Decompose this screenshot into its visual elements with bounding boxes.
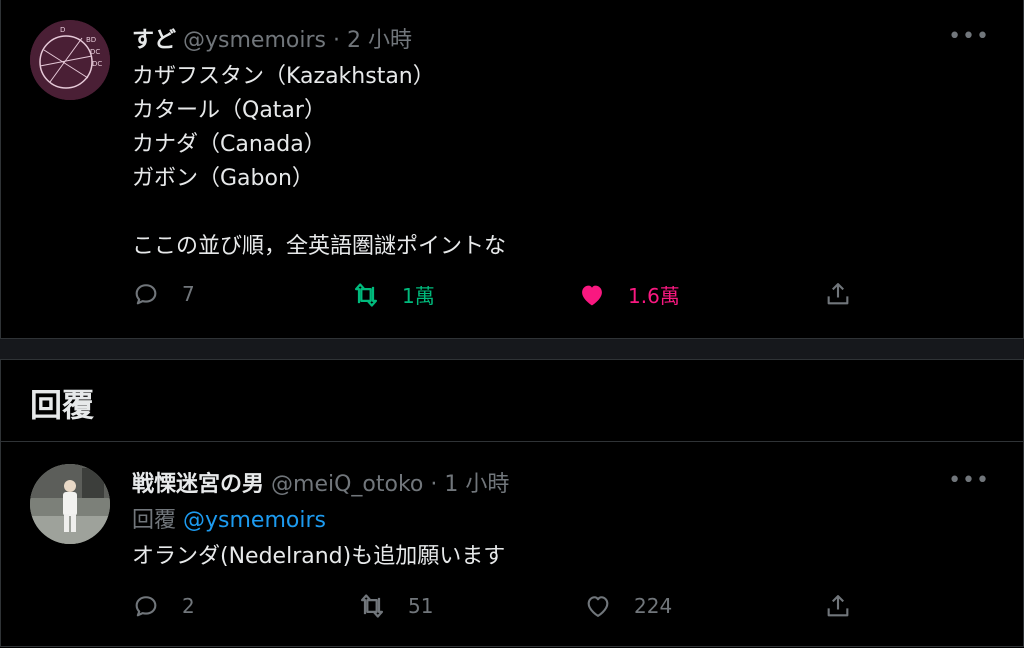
reply-button[interactable]: 2 xyxy=(132,592,195,620)
tweet-line: カナダ（Canada） xyxy=(132,132,326,157)
author-handle[interactable]: @meiQ_otoko xyxy=(271,472,423,497)
svg-text:D: D xyxy=(60,26,65,34)
avatar-drawing-icon: BD DC DC D xyxy=(30,20,110,100)
tweet-line: カザフスタン（Kazakhstan） xyxy=(132,64,435,89)
tweet-text: カザフスタン（Kazakhstan） カタール（Qatar） カナダ（Canad… xyxy=(132,60,506,264)
tweet-header: 戦慄迷宮の男 @meiQ_otoko · 1 小時 xyxy=(132,466,509,498)
retweet-button[interactable]: 51 xyxy=(358,592,433,620)
tweet-time[interactable]: · 2 小時 xyxy=(333,28,412,53)
heart-filled-icon xyxy=(582,285,602,305)
tweet-time[interactable]: · 1 小時 xyxy=(430,472,509,497)
retweet-button[interactable]: 1萬 xyxy=(352,280,435,309)
tweet-line: カタール（Qatar） xyxy=(132,98,326,123)
share-button[interactable] xyxy=(824,280,874,308)
replying-to: 回覆 @ysmemoirs xyxy=(132,504,326,538)
section-separator xyxy=(0,338,1024,360)
like-count: 1.6萬 xyxy=(628,284,680,308)
like-count: 224 xyxy=(634,594,673,618)
tweet-line xyxy=(132,196,506,230)
reply-icon xyxy=(135,284,157,305)
tweet-actions: 2 51 224 xyxy=(0,592,1024,632)
heart-icon xyxy=(587,596,609,617)
reply-count: 2 xyxy=(182,594,195,618)
reply-count: 7 xyxy=(182,282,195,306)
reply-button[interactable]: 7 xyxy=(132,280,195,308)
share-button[interactable] xyxy=(824,592,874,620)
reply-icon xyxy=(135,596,157,617)
mention-link[interactable]: @ysmemoirs xyxy=(183,508,326,533)
tweet-header: すど @ysmemoirs · 2 小時 xyxy=(132,22,412,54)
tweet-actions: 7 1萬 1.6萬 xyxy=(0,280,1024,320)
avatar[interactable]: BD DC DC D xyxy=(30,20,110,100)
like-button[interactable]: 1.6萬 xyxy=(578,280,680,309)
author-handle[interactable]: @ysmemoirs xyxy=(183,28,326,53)
svg-text:DC: DC xyxy=(90,48,100,56)
share-icon xyxy=(827,595,849,617)
svg-text:DC: DC xyxy=(92,60,102,68)
author-name[interactable]: 戦慄迷宮の男 xyxy=(132,472,264,497)
svg-text:BD: BD xyxy=(86,36,96,44)
avatar-photo-icon xyxy=(30,464,110,544)
tweet-line: ガボン（Gabon） xyxy=(132,166,314,191)
retweet-count: 51 xyxy=(408,594,434,618)
tweet-line: ここの並び順，全英語圏謎ポイントな xyxy=(132,234,507,259)
like-button[interactable]: 224 xyxy=(584,592,672,620)
retweet-icon xyxy=(360,594,384,618)
retweet-icon xyxy=(354,282,378,307)
retweet-count: 1萬 xyxy=(402,284,435,308)
more-options-icon[interactable]: ••• xyxy=(948,24,990,49)
more-options-icon[interactable]: ••• xyxy=(948,468,990,493)
replying-label: 回覆 xyxy=(132,508,177,533)
reply-tweet[interactable]: 戦慄迷宮の男 @meiQ_otoko · 1 小時 ••• 回覆 @ysmemo… xyxy=(0,442,1024,648)
main-tweet[interactable]: BD DC DC D すど @ysmemoirs · 2 小時 ••• カザフス… xyxy=(0,0,1024,338)
replies-heading: 回覆 xyxy=(30,386,95,424)
author-name[interactable]: すど xyxy=(132,28,176,53)
tweet-text: オランダ(Nedelrand)も追加願います xyxy=(132,544,506,569)
avatar[interactable] xyxy=(30,464,110,544)
share-icon xyxy=(827,283,849,305)
